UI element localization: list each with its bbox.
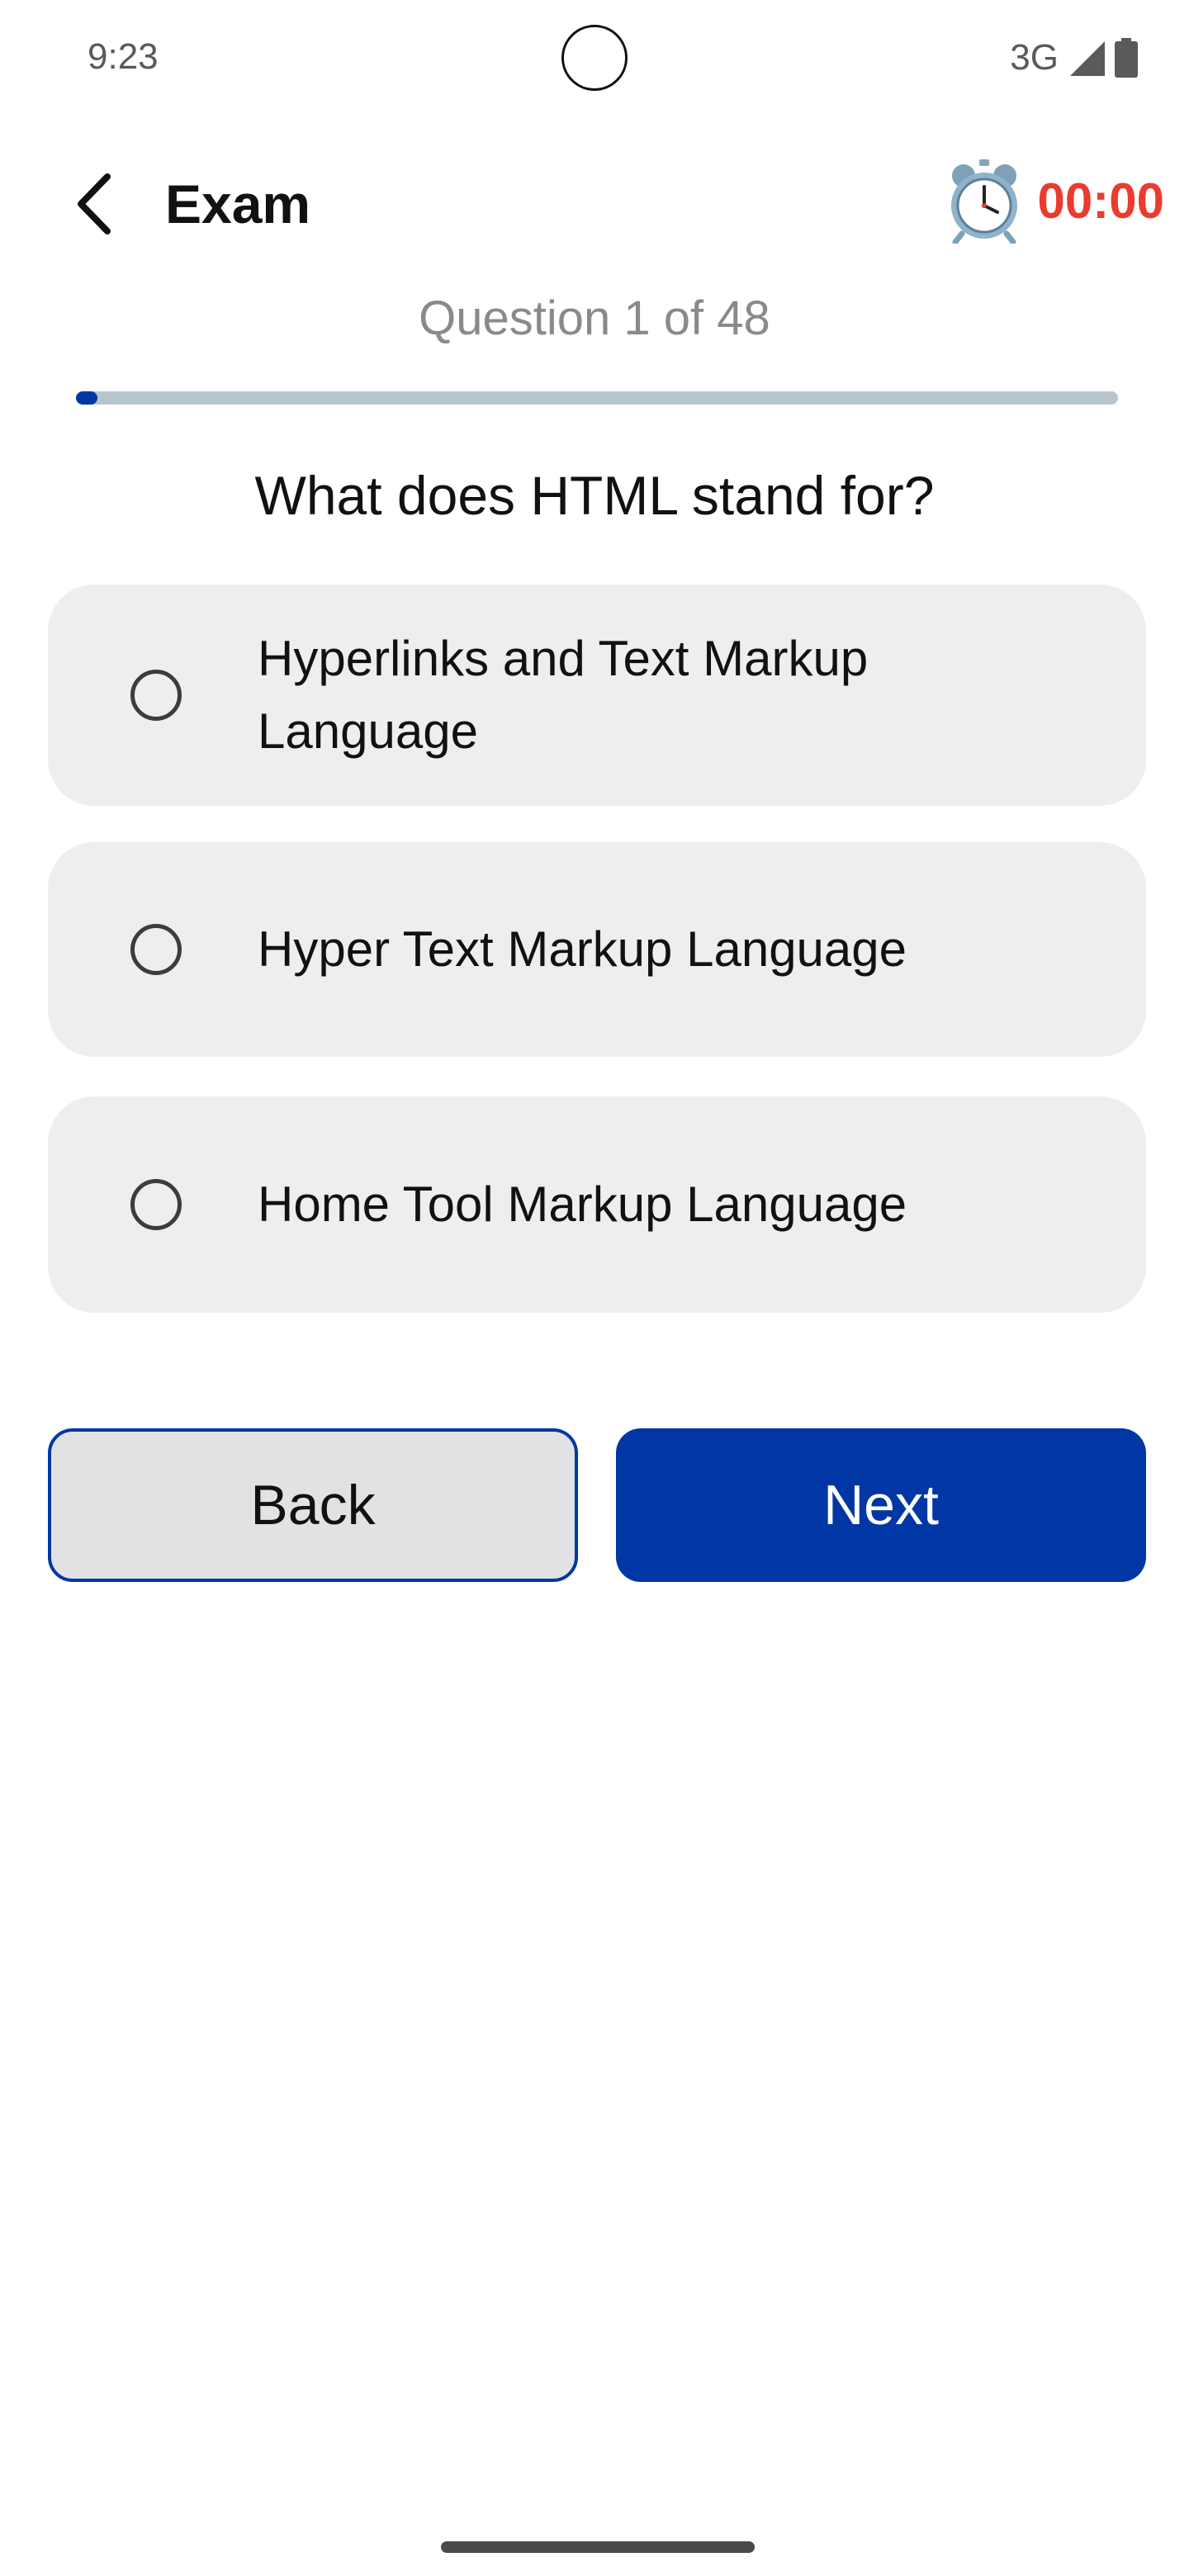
back-arrow-icon[interactable] [66, 167, 124, 241]
home-indicator[interactable] [441, 2541, 755, 2553]
answer-option-label: Hyperlinks and Text Markup Language [258, 631, 869, 759]
status-time: 9:23 [88, 36, 159, 77]
status-icons: 3G [1010, 35, 1138, 81]
battery-icon [1115, 38, 1138, 78]
alarm-clock-icon [950, 159, 1017, 244]
page-title: Exam [165, 173, 311, 234]
network-type: 3G [1010, 37, 1059, 78]
progress-bar [76, 391, 1118, 405]
answer-option-label: Home Tool Markup Language [258, 1177, 907, 1232]
radio-button[interactable] [130, 670, 182, 721]
answer-option[interactable]: Hyper Text Markup Language [48, 842, 1146, 1057]
answer-option[interactable]: Home Tool Markup Language [48, 1096, 1146, 1313]
app-bar: Exam 00:00 [0, 140, 1189, 264]
camera-cutout [561, 25, 628, 91]
radio-button[interactable] [130, 924, 182, 975]
question-text: What does HTML stand for? [254, 465, 935, 526]
timer: 00:00 [945, 155, 1164, 246]
status-bar: 9:23 3G [0, 0, 1189, 116]
answer-option-label: Hyper Text Markup Language [258, 921, 907, 977]
next-button[interactable]: Next [616, 1428, 1146, 1582]
progress-fill [76, 391, 98, 405]
radio-button[interactable] [130, 1179, 182, 1230]
back-button[interactable]: Back [48, 1428, 578, 1582]
timer-value: 00:00 [1037, 173, 1164, 229]
question-counter: Question 1 of 48 [419, 291, 770, 345]
answer-option[interactable]: Hyperlinks and Text Markup Language [48, 585, 1146, 806]
signal-icon [1070, 41, 1105, 76]
